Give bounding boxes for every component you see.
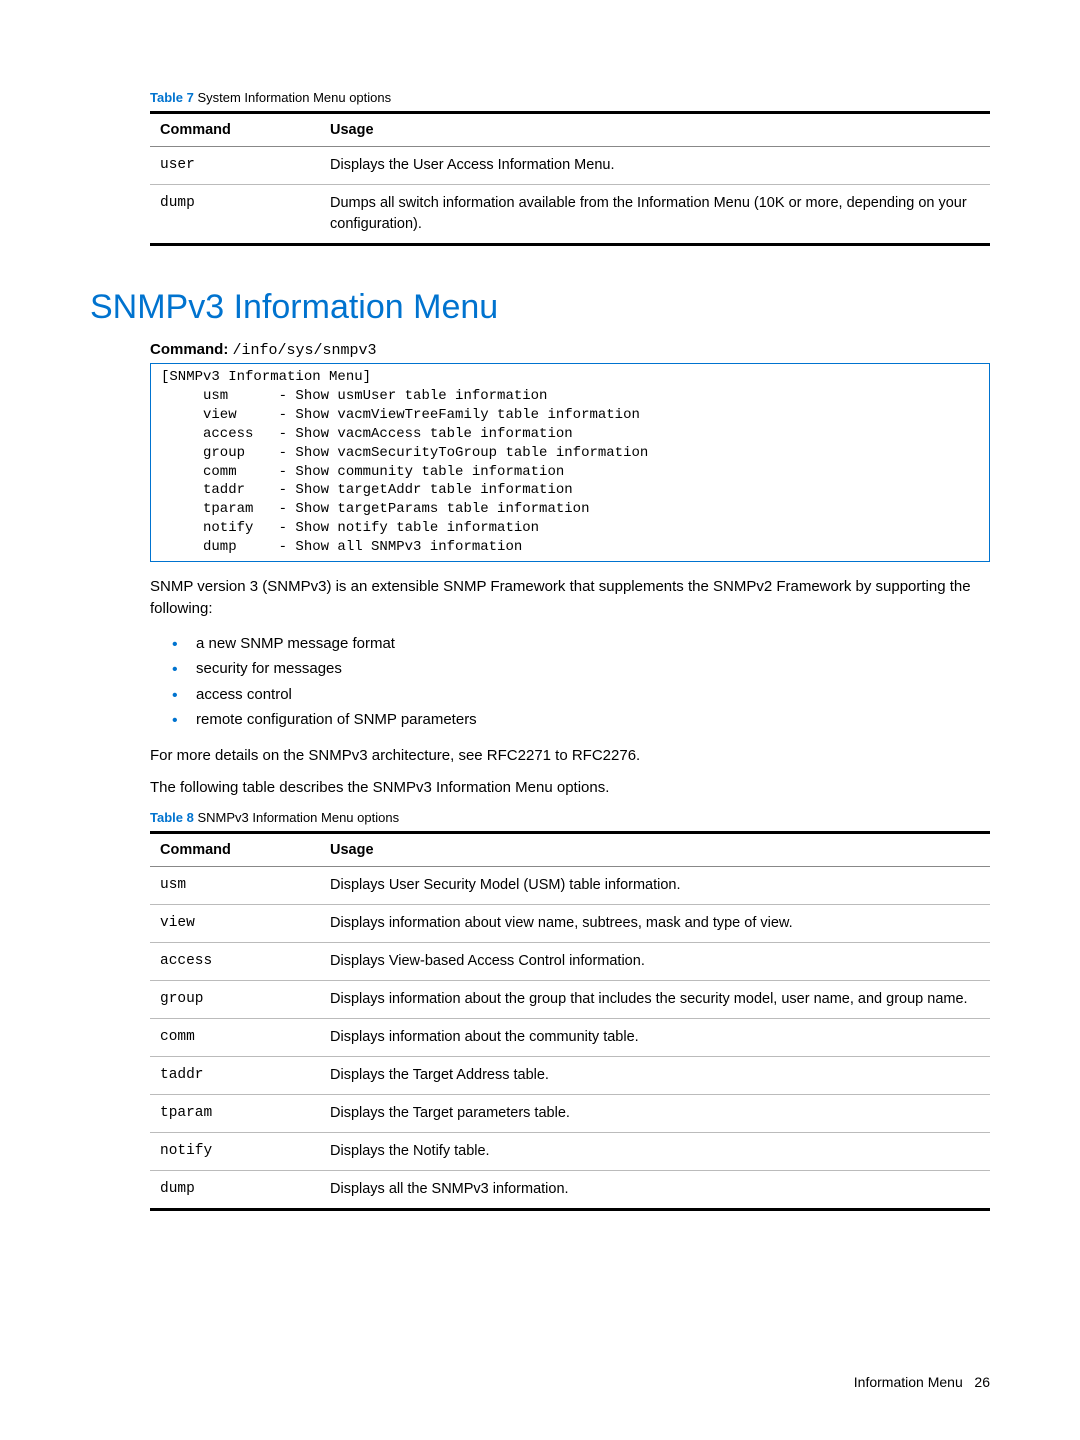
command-path: /info/sys/snmpv3 [233, 342, 377, 359]
t8-usage-2: Displays View-based Access Control infor… [320, 942, 990, 980]
t8-cmd-4: comm [150, 1019, 320, 1057]
command-line: Command: /info/sys/snmpv3 [150, 341, 990, 359]
t8-usage-5: Displays the Target Address table. [320, 1057, 990, 1095]
t8-cmd-7: notify [150, 1133, 320, 1171]
footer-page: 26 [974, 1374, 990, 1390]
table7-caption: Table 7 System Information Menu options [150, 90, 990, 105]
table7-usage-1: Dumps all switch information available f… [320, 185, 990, 245]
t8-usage-6: Displays the Target parameters table. [320, 1095, 990, 1133]
table8-caption: Table 8 SNMPv3 Information Menu options [150, 810, 990, 825]
table7-cmd-1: dump [150, 185, 320, 245]
table7-block: Table 7 System Information Menu options … [150, 90, 990, 246]
table8-caption-text: SNMPv3 Information Menu options [197, 810, 399, 825]
table7-cmd-0: user [150, 147, 320, 185]
t8-usage-8: Displays all the SNMPv3 information. [320, 1171, 990, 1210]
section-title: SNMPv3 Information Menu [90, 288, 990, 327]
t8-cmd-3: group [150, 981, 320, 1019]
list-item: remote configuration of SNMP parameters [168, 707, 990, 733]
table-row: tparam Displays the Target parameters ta… [150, 1095, 990, 1133]
t8-cmd-6: tparam [150, 1095, 320, 1133]
table-row: group Displays information about the gro… [150, 981, 990, 1019]
t8-usage-3: Displays information about the group tha… [320, 981, 990, 1019]
t8-usage-4: Displays information about the community… [320, 1019, 990, 1057]
table-row: dump Dumps all switch information availa… [150, 185, 990, 245]
table8-caption-prefix: Table 8 [150, 810, 194, 825]
t8-cmd-5: taddr [150, 1057, 320, 1095]
table-row: usm Displays User Security Model (USM) t… [150, 866, 990, 904]
t8-usage-1: Displays information about view name, su… [320, 904, 990, 942]
table-row: notify Displays the Notify table. [150, 1133, 990, 1171]
list-item: access control [168, 682, 990, 708]
table-row: taddr Displays the Target Address table. [150, 1057, 990, 1095]
table8-h2: Usage [320, 832, 990, 866]
table7-caption-prefix: Table 7 [150, 90, 194, 105]
footer-text: Information Menu [854, 1374, 963, 1390]
t8-cmd-8: dump [150, 1171, 320, 1210]
paragraph-2: For more details on the SNMPv3 architect… [150, 745, 990, 768]
list-item: security for messages [168, 656, 990, 682]
table8: Command Usage usm Displays User Security… [150, 831, 990, 1211]
t8-cmd-1: view [150, 904, 320, 942]
t8-usage-7: Displays the Notify table. [320, 1133, 990, 1171]
table-row: access Displays View-based Access Contro… [150, 942, 990, 980]
table8-h1: Command [150, 832, 320, 866]
footer: Information Menu 26 [854, 1374, 990, 1390]
table-row: comm Displays information about the comm… [150, 1019, 990, 1057]
paragraph-1: SNMP version 3 (SNMPv3) is an extensible… [150, 576, 990, 621]
table7-usage-0: Displays the User Access Information Men… [320, 147, 990, 185]
list-item: a new SNMP message format [168, 631, 990, 657]
code-box: [SNMPv3 Information Menu] usm - Show usm… [150, 363, 990, 562]
section-body: Command: /info/sys/snmpv3 [SNMPv3 Inform… [150, 341, 990, 1211]
bullet-list: a new SNMP message format security for m… [168, 631, 990, 733]
t8-cmd-0: usm [150, 866, 320, 904]
table7-caption-text: System Information Menu options [197, 90, 391, 105]
table7: Command Usage user Displays the User Acc… [150, 111, 990, 246]
table7-h1: Command [150, 113, 320, 147]
command-label: Command: [150, 341, 228, 358]
paragraph-3: The following table describes the SNMPv3… [150, 777, 990, 800]
table7-h2: Usage [320, 113, 990, 147]
table-row: view Displays information about view nam… [150, 904, 990, 942]
table-row: dump Displays all the SNMPv3 information… [150, 1171, 990, 1210]
table-row: user Displays the User Access Informatio… [150, 147, 990, 185]
t8-cmd-2: access [150, 942, 320, 980]
t8-usage-0: Displays User Security Model (USM) table… [320, 866, 990, 904]
